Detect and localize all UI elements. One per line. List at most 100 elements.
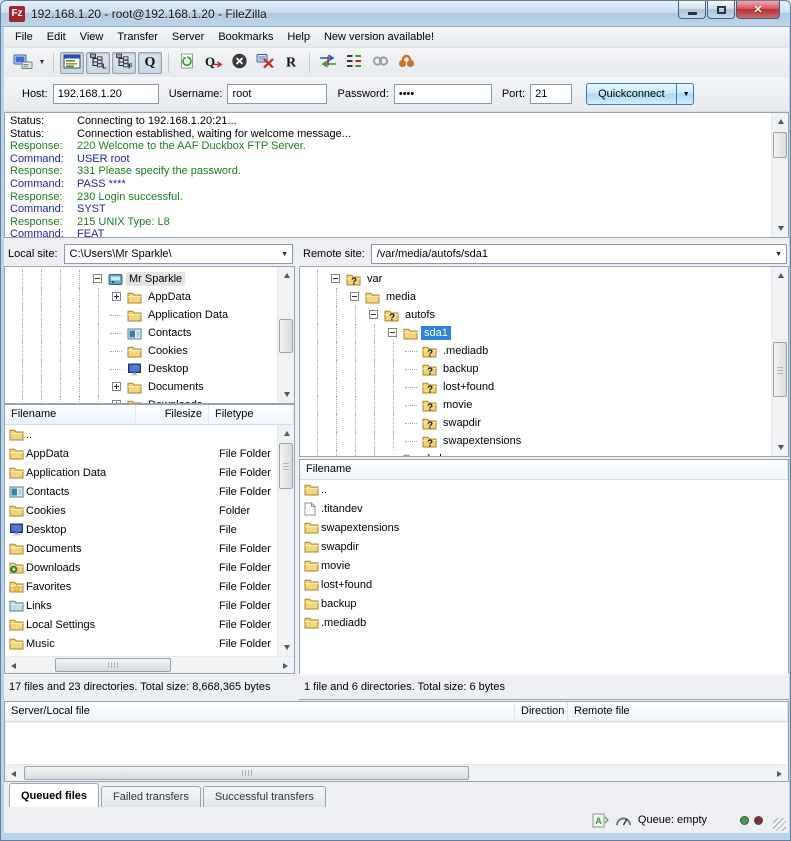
port-input[interactable] (530, 84, 572, 104)
resize-grip[interactable] (773, 818, 786, 831)
queue-column-direction[interactable]: Direction (515, 702, 568, 721)
menu-item-new-version-available[interactable]: New version available! (317, 28, 441, 46)
file-row-application-data[interactable]: Application DataFile Folder (5, 463, 294, 482)
file-row-item[interactable]: .. (5, 425, 294, 444)
tree-item-mediadb[interactable]: ?.mediadb (300, 342, 788, 360)
cancel-button[interactable] (227, 52, 251, 74)
tree-item-swapdir[interactable]: ?swapdir (300, 414, 788, 432)
local-list-vscrollbar[interactable] (277, 425, 294, 656)
file-row-contacts[interactable]: ContactsFile Folder (5, 482, 294, 501)
file-row-music[interactable]: MusicFile Folder (5, 634, 294, 653)
username-input[interactable] (227, 84, 327, 104)
disconnect-button[interactable] (253, 52, 277, 74)
chevron-down-icon[interactable]: ▼ (775, 251, 782, 258)
transfer-type-icon[interactable]: A (592, 813, 609, 828)
expander-minus-icon[interactable] (327, 270, 346, 288)
tree-item-movie[interactable]: ?movie (300, 396, 788, 414)
tree-item-documents[interactable]: Documents (5, 378, 294, 396)
tree-item-mr-sparkle[interactable]: Mr Sparkle (5, 270, 294, 288)
menu-item-transfer[interactable]: Transfer (110, 28, 165, 46)
toggle-local-tree-button[interactable]: L (86, 52, 110, 74)
scroll-down-icon[interactable] (772, 220, 789, 237)
speed-limits-icon[interactable] (615, 813, 632, 828)
message-log-scrollbar[interactable] (771, 113, 788, 237)
close-button[interactable]: ✕ (736, 1, 780, 19)
file-row-backup[interactable]: backup (300, 594, 788, 613)
tree-item-contacts[interactable]: Contacts (5, 324, 294, 342)
menu-item-view[interactable]: View (73, 28, 111, 46)
file-row-documents[interactable]: DocumentsFile Folder (5, 539, 294, 558)
process-queue-button[interactable]: Q (201, 52, 225, 74)
scroll-up-icon[interactable] (772, 113, 789, 130)
menu-item-file[interactable]: File (8, 28, 40, 46)
column-header-filename[interactable]: Filename (5, 405, 136, 424)
remote-tree-scrollbar[interactable] (771, 267, 788, 456)
tab-successful-transfers[interactable]: Successful transfers (203, 786, 326, 807)
reconnect-button[interactable]: R (279, 52, 303, 74)
menu-item-server[interactable]: Server (165, 28, 211, 46)
file-row-swapdir[interactable]: swapdir (300, 537, 788, 556)
file-row-appdata[interactable]: AppDataFile Folder (5, 444, 294, 463)
tab-queued-files[interactable]: Queued files (9, 783, 99, 807)
file-row-lost-found[interactable]: lost+found (300, 575, 788, 594)
find-files-button[interactable] (394, 52, 418, 74)
queue-column-remote-file[interactable]: Remote file (568, 702, 788, 721)
toggle-message-log-button[interactable] (60, 52, 84, 74)
quickconnect-dropdown-button[interactable]: ▼ (677, 83, 694, 105)
directory-comparison-button[interactable] (342, 52, 366, 74)
refresh-button[interactable] (175, 52, 199, 74)
site-manager-dropdown-button[interactable]: ▼ (36, 52, 48, 74)
menu-item-help[interactable]: Help (280, 28, 317, 46)
file-row-swapextensions[interactable]: swapextensions (300, 518, 788, 537)
tree-item-lost-found[interactable]: ?lost+found (300, 378, 788, 396)
toggle-queue-button[interactable]: Q (138, 52, 162, 74)
tree-item-application-data[interactable]: Application Data (5, 306, 294, 324)
queue-column-server-local-file[interactable]: Server/Local file (5, 702, 515, 721)
local-directory-tree[interactable]: Mr SparkleAppDataApplication DataContact… (4, 266, 295, 404)
tree-item-swapextensions[interactable]: ?swapextensions (300, 432, 788, 450)
site-manager-button[interactable] (11, 52, 35, 74)
local-list-hscrollbar[interactable] (5, 656, 294, 673)
maximize-button[interactable] (707, 1, 735, 19)
file-row-item[interactable]: .. (300, 480, 788, 499)
tree-item-sda1[interactable]: sda1 (300, 324, 788, 342)
expander-minus-icon[interactable] (89, 270, 108, 288)
tree-item-downloads[interactable]: Downloads (5, 396, 294, 404)
host-input[interactable] (53, 84, 159, 104)
local-site-combo[interactable]: C:\Users\Mr Sparkle\ ▼ (64, 244, 293, 264)
transfer-queue[interactable]: Server/Local fileDirectionRemote file (4, 701, 789, 782)
file-row-titandev[interactable]: .titandev (300, 499, 788, 518)
local-file-list[interactable]: FilenameFilesizeFiletype ..AppDataFile F… (4, 404, 295, 674)
remote-file-list[interactable]: Filename ...titandevswapextensionsswapdi… (299, 459, 789, 700)
file-row-movie[interactable]: movie (300, 556, 788, 575)
queue-header[interactable]: Server/Local fileDirectionRemote file (5, 702, 788, 722)
tab-failed-transfers[interactable]: Failed transfers (101, 786, 201, 807)
queue-body[interactable] (6, 723, 787, 764)
expander-minus-icon[interactable] (384, 324, 403, 342)
tree-item-var[interactable]: ?var (300, 270, 788, 288)
tree-item-backup[interactable]: ?backup (300, 360, 788, 378)
menu-item-bookmarks[interactable]: Bookmarks (211, 28, 280, 46)
expander-minus-icon[interactable] (346, 288, 365, 306)
column-header-filesize[interactable]: Filesize (136, 405, 209, 424)
expander-plus-icon[interactable] (108, 378, 127, 396)
column-header-filetype[interactable]: Filetype (209, 405, 294, 424)
file-row-local-settings[interactable]: Local SettingsFile Folder (5, 615, 294, 634)
tree-item-dvd[interactable]: ?dvd (300, 450, 788, 457)
remote-directory-tree[interactable]: ?varmedia?autofssda1?.mediadb?backup?los… (299, 266, 789, 457)
remote-site-combo[interactable]: /var/media/autofs/sda1 ▼ (371, 244, 787, 264)
titlebar[interactable]: Fz 192.168.1.20 - root@192.168.1.20 - Fi… (1, 1, 790, 27)
menu-item-edit[interactable]: Edit (40, 28, 73, 46)
quickconnect-button[interactable]: Quickconnect (586, 83, 677, 105)
tree-item-cookies[interactable]: Cookies (5, 342, 294, 360)
file-row-links[interactable]: LinksFile Folder (5, 596, 294, 615)
minimize-button[interactable] (678, 1, 706, 19)
local-tree-scrollbar[interactable] (277, 267, 294, 403)
file-row-downloads[interactable]: DownloadsFile Folder (5, 558, 294, 577)
synchronized-browsing-button[interactable] (368, 52, 392, 74)
file-row-cookies[interactable]: CookiesFolder (5, 501, 294, 520)
expander-minus-icon[interactable] (365, 306, 384, 324)
expander-plus-icon[interactable] (108, 396, 127, 404)
tree-item-autofs[interactable]: ?autofs (300, 306, 788, 324)
remote-list-header[interactable]: Filename (300, 460, 788, 480)
